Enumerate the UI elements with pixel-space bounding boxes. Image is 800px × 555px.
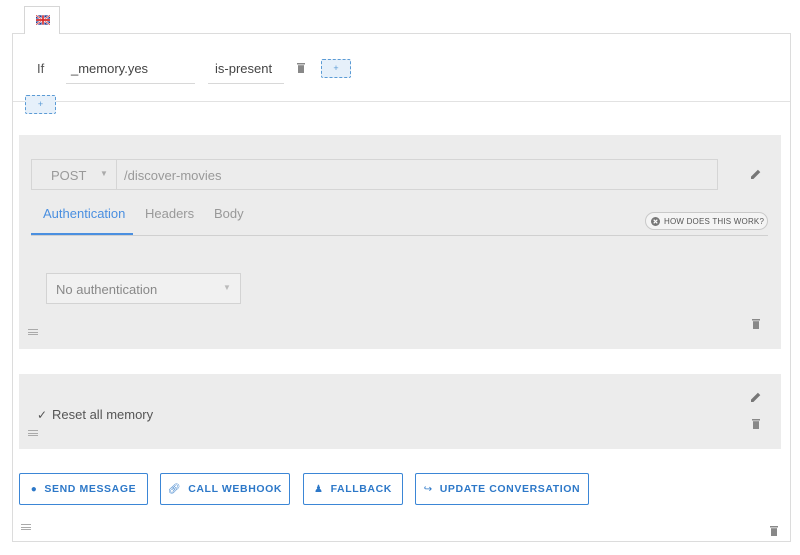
language-tab-en[interactable] [24,6,60,34]
drag-handle-icon[interactable] [21,524,31,530]
call-webhook-label: CALL WEBHOOK [188,483,283,495]
delete-webhook-icon[interactable] [752,319,760,329]
active-tab-indicator [31,233,133,235]
condition-variable-input[interactable]: _memory.yes [66,53,195,84]
drag-handle-icon[interactable] [28,430,38,436]
drag-handle-icon[interactable] [28,329,38,335]
delete-condition-icon[interactable] [297,63,305,73]
tabs-divider [31,235,768,236]
chevron-down-icon: ▼ [100,169,108,178]
chevron-down-icon: ▼ [223,283,231,292]
webhook-url-input[interactable]: /discover-movies [116,159,718,190]
check-icon: ✓ [37,408,48,422]
tab-body[interactable]: Body [214,206,244,221]
how-does-this-work-label: HOW DOES THIS WORK? [664,217,765,226]
reset-memory-label: Reset all memory [52,407,154,422]
condition-operator-value: is-present [215,61,273,76]
send-message-button[interactable]: ● SEND MESSAGE [19,473,148,505]
update-conversation-label: UPDATE CONVERSATION [439,483,581,495]
add-condition-button[interactable]: + [25,95,56,114]
edit-reset-icon[interactable] [750,391,762,403]
send-message-label: SEND MESSAGE [44,483,137,495]
method-value: POST [51,168,87,183]
uk-flag-icon [36,15,50,25]
call-webhook-button[interactable]: 🔗︎ CALL WEBHOOK [160,473,290,505]
link-icon: 🔗︎ [167,483,182,495]
update-conversation-button[interactable]: ↪ UPDATE CONVERSATION [415,473,589,505]
delete-reset-icon[interactable] [752,419,760,429]
delete-response-icon[interactable] [770,526,778,536]
if-label: If [37,61,45,76]
arrow-right-icon: ↪ [423,483,433,495]
chat-bubble-icon: ● [30,483,38,495]
close-circle-icon [651,217,660,226]
webhook-url-value: /discover-movies [124,168,222,183]
authentication-select[interactable]: No authentication ▼ [46,273,241,304]
fallback-label: FALLBACK [330,483,392,495]
condition-variable-value: _memory.yes [71,61,149,76]
add-condition-inline-button[interactable]: + [321,59,351,78]
authentication-value: No authentication [56,282,158,297]
tab-headers[interactable]: Headers [145,206,194,221]
method-select[interactable]: POST ▼ [31,159,117,190]
tab-authentication[interactable]: Authentication [43,206,125,221]
fallback-button[interactable]: ♟ FALLBACK [303,473,403,505]
person-icon: ♟ [314,483,324,495]
edit-webhook-icon[interactable] [750,168,762,180]
how-does-this-work-button[interactable]: HOW DOES THIS WORK? [645,212,768,230]
condition-operator-select[interactable]: is-present [208,53,284,84]
